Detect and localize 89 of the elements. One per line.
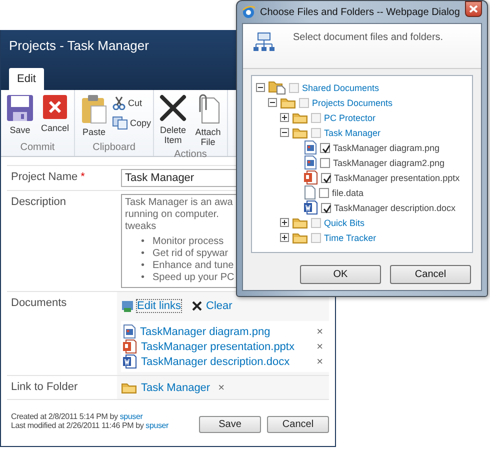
folder-label: PC Protector xyxy=(324,112,376,122)
ribbon-button[interactable]: Paste xyxy=(77,94,111,140)
collapse-icon[interactable] xyxy=(256,83,265,92)
expand-icon[interactable] xyxy=(280,218,289,227)
document-link[interactable]: TaskManager description.docx xyxy=(141,356,309,368)
document-file-icon xyxy=(304,200,318,215)
group-label: Commit xyxy=(19,141,56,155)
remove-button[interactable]: × xyxy=(312,326,327,338)
dialog-button[interactable]: Cancel xyxy=(390,265,471,284)
form-button[interactable]: Cancel xyxy=(267,416,329,433)
checkbox[interactable] xyxy=(299,98,309,108)
cancel-icon xyxy=(42,94,68,120)
file-label: TaskManager diagram2.png xyxy=(333,158,445,168)
browser-icon xyxy=(242,6,255,18)
hierarchy-icon xyxy=(253,32,275,52)
dialog-instruction: Select document files and folders. xyxy=(293,32,444,45)
checkbox[interactable] xyxy=(311,112,321,122)
ribbon-button[interactable]: Attach File xyxy=(191,94,226,147)
check-icon xyxy=(322,204,332,214)
file-label: TaskManager description.docx xyxy=(334,202,456,212)
presentation-file-icon xyxy=(304,170,318,185)
clear-button[interactable]: Clear xyxy=(192,300,232,312)
audit-text: Last modified at 2/26/2011 11:46 PM by spuser xyxy=(11,420,168,430)
edit-links-link[interactable]: Edit links xyxy=(136,299,182,313)
page-title: Projects - Task Manager xyxy=(9,38,149,53)
remove-button[interactable]: × xyxy=(214,382,229,394)
checkbox[interactable] xyxy=(319,188,329,198)
ribbon-button[interactable]: Save xyxy=(3,94,37,140)
checkbox[interactable] xyxy=(311,128,321,138)
folder-icon xyxy=(292,231,308,244)
check-icon xyxy=(322,174,332,184)
image-file-icon xyxy=(304,155,317,170)
delete-icon xyxy=(159,94,188,122)
ribbon-button[interactable]: Copy xyxy=(112,116,152,130)
checkbox[interactable] xyxy=(321,202,331,212)
close-button[interactable] xyxy=(464,1,482,17)
user-link[interactable]: spuser xyxy=(120,412,143,420)
dialog-button[interactable]: OK xyxy=(300,265,381,284)
field-label: Link to Folder xyxy=(11,381,78,393)
file-label: TaskManager presentation.pptx xyxy=(334,172,460,182)
checkbox[interactable] xyxy=(321,172,331,182)
user-link[interactable]: spuser xyxy=(146,420,168,430)
file-label: TaskManager diagram.png xyxy=(333,142,440,152)
expand-icon[interactable] xyxy=(280,113,289,122)
close-icon xyxy=(192,301,202,311)
collapse-icon[interactable] xyxy=(280,128,289,137)
checkbox[interactable] xyxy=(289,82,299,92)
field-label: Description xyxy=(11,196,66,208)
group-label: Actions xyxy=(173,148,208,162)
blank-file-icon xyxy=(304,185,316,200)
folder-label: Task Manager xyxy=(324,128,381,138)
ribbon-button[interactable]: Cut xyxy=(112,96,152,110)
document-link[interactable]: TaskManager presentation.pptx xyxy=(141,340,309,352)
folder-icon xyxy=(280,96,296,109)
remove-button[interactable]: × xyxy=(312,356,327,368)
copy-icon xyxy=(112,116,128,130)
document-link[interactable]: TaskManager diagram.png xyxy=(140,326,309,338)
remove-button[interactable]: × xyxy=(312,340,327,352)
folder-label: Shared Documents xyxy=(302,82,380,92)
expand-icon[interactable] xyxy=(280,233,289,242)
folder-label: Projects Documents xyxy=(312,98,393,108)
folder-icon xyxy=(292,126,308,139)
checkbox[interactable] xyxy=(311,218,321,228)
required-mark: * xyxy=(80,171,85,183)
ribbon-tab[interactable]: Edit xyxy=(9,68,44,90)
dialog-title: Choose Files and Folders -- Webpage Dialog xyxy=(260,6,460,18)
close-icon xyxy=(468,5,478,13)
check-icon xyxy=(321,144,331,154)
ribbon-button[interactable]: Cancel xyxy=(38,94,72,140)
collapse-icon[interactable] xyxy=(268,98,277,107)
folder-icon xyxy=(292,216,308,229)
audit-text: Created at 2/8/2011 5:14 PM by spuser xyxy=(11,412,144,420)
folder-icon xyxy=(121,381,137,394)
image-file-icon xyxy=(304,140,317,155)
link-edit-icon xyxy=(121,300,134,312)
checkbox[interactable] xyxy=(311,232,321,242)
field-label: Documents xyxy=(11,297,67,309)
file-label: file.data xyxy=(332,188,364,198)
field-label: Project Name xyxy=(11,171,78,183)
checkbox[interactable] xyxy=(320,158,330,168)
checkbox[interactable] xyxy=(320,142,330,152)
scissors-icon xyxy=(112,96,126,110)
group-label: Clipboard xyxy=(92,141,136,155)
form-button[interactable]: Save xyxy=(199,416,261,433)
ribbon-button[interactable]: Delete Item xyxy=(156,94,190,147)
folder-icon xyxy=(292,111,308,124)
clipboard-icon xyxy=(81,94,107,124)
folder-link[interactable]: Task Manager xyxy=(141,382,210,394)
folder-document-icon xyxy=(268,80,286,95)
